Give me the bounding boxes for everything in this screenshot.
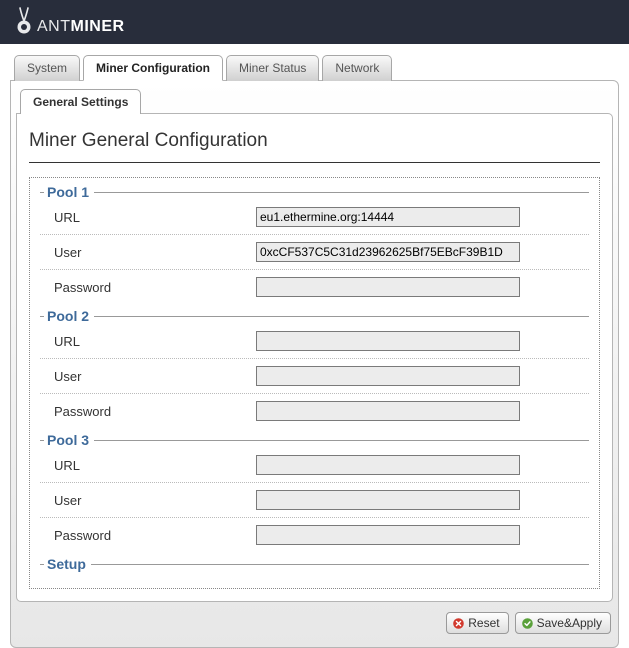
pool-2-legend: Pool 2 bbox=[44, 308, 94, 324]
brand-logo: ANTMINER bbox=[14, 6, 125, 36]
setup-legend: Setup bbox=[44, 556, 91, 572]
pool-3-fieldset: Pool 3 URL User Password bbox=[40, 432, 589, 552]
pool-2-password-input[interactable] bbox=[256, 401, 520, 421]
setup-fieldset: Setup bbox=[40, 556, 589, 582]
pool-2-fieldset: Pool 2 URL User Password bbox=[40, 308, 589, 428]
tab-system[interactable]: System bbox=[14, 55, 80, 81]
pool-3-url-input[interactable] bbox=[256, 455, 520, 475]
reset-button[interactable]: Reset bbox=[446, 612, 508, 634]
save-apply-button-label: Save&Apply bbox=[537, 616, 602, 630]
pool-2-password-label: Password bbox=[40, 404, 256, 419]
tab-miner-status[interactable]: Miner Status bbox=[226, 55, 319, 81]
app-header: ANTMINER bbox=[0, 0, 629, 44]
brand-text: ANTMINER bbox=[37, 18, 125, 36]
content-panel: Miner General Configuration Pool 1 URL U… bbox=[16, 113, 613, 602]
action-bar: Reset Save&Apply bbox=[16, 602, 613, 642]
pool-3-password-label: Password bbox=[40, 528, 256, 543]
pools-container: Pool 1 URL User Password Pool bbox=[29, 177, 600, 589]
pool-1-url-label: URL bbox=[40, 210, 256, 225]
pool-1-user-input[interactable] bbox=[256, 242, 520, 262]
tab-miner-configuration[interactable]: Miner Configuration bbox=[83, 55, 223, 81]
pool-1-url-input[interactable] bbox=[256, 207, 520, 227]
sub-tab-bar: General Settings bbox=[20, 88, 613, 113]
pool-1-password-input[interactable] bbox=[256, 277, 520, 297]
pool-3-password-input[interactable] bbox=[256, 525, 520, 545]
pool-1-fieldset: Pool 1 URL User Password bbox=[40, 184, 589, 304]
pool-3-legend: Pool 3 bbox=[44, 432, 94, 448]
antminer-icon bbox=[14, 6, 34, 36]
tab-network[interactable]: Network bbox=[322, 55, 392, 81]
pool-2-url-label: URL bbox=[40, 334, 256, 349]
pool-1-user-label: User bbox=[40, 245, 256, 260]
pool-1-password-label: Password bbox=[40, 280, 256, 295]
pool-3-user-input[interactable] bbox=[256, 490, 520, 510]
subtab-general-settings[interactable]: General Settings bbox=[20, 89, 141, 114]
pool-2-url-input[interactable] bbox=[256, 331, 520, 351]
pool-2-user-label: User bbox=[40, 369, 256, 384]
reset-button-label: Reset bbox=[468, 616, 499, 630]
pool-3-user-label: User bbox=[40, 493, 256, 508]
pool-3-url-label: URL bbox=[40, 458, 256, 473]
page-title: Miner General Configuration bbox=[29, 126, 600, 163]
main-tab-bar: System Miner Configuration Miner Status … bbox=[14, 54, 619, 80]
pool-1-legend: Pool 1 bbox=[44, 184, 94, 200]
reset-icon bbox=[452, 617, 465, 630]
check-icon bbox=[521, 617, 534, 630]
save-apply-button[interactable]: Save&Apply bbox=[515, 612, 611, 634]
tab-frame: General Settings Miner General Configura… bbox=[10, 80, 619, 648]
pool-2-user-input[interactable] bbox=[256, 366, 520, 386]
